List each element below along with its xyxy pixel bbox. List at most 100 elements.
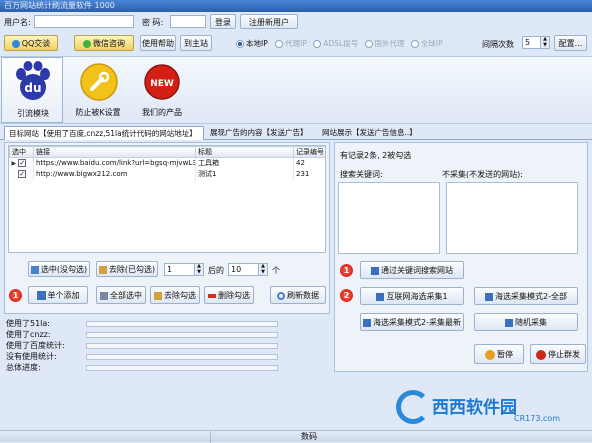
logo-c-icon (396, 390, 430, 424)
stat-row: 没有使用统计: (6, 351, 286, 362)
main-site-button[interactable]: 到主站 (180, 35, 212, 51)
stat-total-bar (86, 365, 278, 371)
range-from-stepper[interactable]: 1 ▲ ▼ (164, 263, 204, 276)
arrow-icon (505, 318, 513, 327)
row-title: 测试1 (195, 168, 294, 180)
stat-51la-bar (86, 321, 278, 327)
remove-icon (154, 291, 162, 300)
new-badge-text: NEW (150, 79, 174, 89)
radio-icon (364, 40, 373, 48)
status-text: 数码 (210, 431, 317, 443)
status-bar: 数码 (0, 430, 592, 443)
mode-foreign-proxy[interactable]: 国外代理 (364, 39, 405, 48)
baidu-du-text: du (24, 81, 41, 95)
pause-button[interactable]: 暂停 (474, 344, 524, 364)
refresh-icon (277, 291, 285, 300)
username-input[interactable] (34, 15, 134, 28)
exclude-label: 不采集(不发送的网站): (442, 170, 523, 179)
range-count-stepper[interactable]: 10 ▲ ▼ (228, 263, 268, 276)
password-input[interactable] (170, 15, 206, 28)
stop-send-button[interactable]: 停止群发 (530, 344, 586, 364)
watermark-logo: 西西软件园 CR173.com (396, 388, 592, 428)
module-products[interactable]: NEW 我们的产品 (134, 57, 190, 123)
radio-icon (236, 40, 244, 48)
row-id: 42 (293, 157, 325, 169)
window-title: 百万网站统计刷流量软件 1000 (0, 0, 592, 12)
module-anti-k[interactable]: 防止被K设置 (70, 57, 126, 123)
radio-icon (410, 40, 419, 48)
tab-site-display[interactable]: 网站展示【发送广告信息..】 (318, 126, 421, 140)
login-button[interactable]: 登录 (210, 14, 236, 29)
spin-arrows-icon[interactable]: ▲ ▼ (258, 263, 267, 275)
mode-local-ip[interactable]: 本地IP (236, 39, 268, 48)
col-header-link[interactable]: 链接 (33, 146, 196, 158)
watermark-text: 西西软件园 (432, 398, 517, 418)
stat-row: 使用了百度统计: (6, 340, 286, 351)
keywords-textarea[interactable] (338, 182, 440, 254)
help-button[interactable]: 使用帮助 (140, 35, 176, 51)
delete-checked-button[interactable]: 删除勾选 (204, 286, 254, 304)
table-row[interactable]: ✓ http://www.bigwx212.com 测试1 231 (9, 168, 325, 180)
config-button[interactable]: 配置... (554, 35, 587, 51)
tab-ad-content[interactable]: 展现广告的内容【发送广告】 (206, 126, 312, 140)
qq-icon (11, 39, 20, 48)
col-header-select[interactable]: 选中 (9, 146, 34, 158)
arrow-icon (363, 318, 371, 327)
unit-label: 个 (272, 266, 280, 275)
stats-panel: 使用了51la: 使用了cnzz: 使用了百度统计: 没有使用统计: 总体进度: (6, 318, 286, 373)
wechat-icon (83, 39, 91, 48)
add-single-button[interactable]: 单个添加 (28, 286, 88, 304)
stat-baidu-bar (86, 343, 278, 349)
module-products-label: 我们的产品 (142, 108, 182, 117)
register-button[interactable]: 注册新用户 (240, 14, 298, 29)
wrench-icon (80, 63, 118, 101)
qq-chat-button[interactable]: QQ交谈 (4, 35, 58, 51)
row-id: 231 (293, 168, 325, 180)
spin-arrows-icon[interactable]: ▲ ▼ (540, 36, 549, 48)
keyword-search-button[interactable]: 通过关键词搜索网站 (360, 261, 464, 279)
after-label: 后的 (208, 266, 224, 275)
select-all-button[interactable]: 全部选中 (96, 286, 146, 304)
mode-proxy-ip[interactable]: 代理IP (275, 39, 307, 48)
stop-icon (536, 349, 546, 360)
stat-total-label: 总体进度: (6, 363, 41, 372)
delete-icon (208, 293, 216, 298)
refresh-button[interactable]: 刷新数据 (270, 286, 326, 304)
tab-bar: 目标网站【使用了百度,cnzz,51la统计代码的网站地址】 展现广告的内容【发… (0, 126, 592, 140)
col-header-id[interactable]: 记录编号 (293, 146, 325, 158)
username-label: 用户名: (4, 18, 31, 27)
arrow-icon (376, 292, 385, 301)
exclude-textarea[interactable] (446, 182, 578, 254)
col-header-title[interactable]: 标题 (195, 146, 294, 158)
row-checkbox[interactable]: ✓ (18, 159, 27, 168)
row-checkbox[interactable]: ✓ (18, 170, 27, 178)
remove-checked-button[interactable]: 去除勾选 (150, 286, 200, 304)
step-two-badge: 2 (340, 289, 353, 302)
mode-global-ip[interactable]: 全球IP (410, 39, 443, 48)
spin-arrows-icon[interactable]: ▲ ▼ (194, 263, 203, 275)
haixuan-all-button[interactable]: 海选采集模式2-全部 (474, 287, 578, 305)
table-row[interactable]: ▶ ✓ https://www.baidu.com/link?url=bgsq-… (9, 157, 325, 169)
tab-target-sites[interactable]: 目标网站【使用了百度,cnzz,51la统计代码的网站地址】 (4, 126, 204, 140)
interval-stepper[interactable]: 5 ▲ ▼ (522, 36, 550, 49)
plus-icon (36, 291, 46, 300)
stat-none-bar (86, 354, 278, 360)
list-icon (100, 291, 108, 300)
deselect-checked-button[interactable]: 去除(已勾选) (96, 261, 158, 277)
haixuan-latest-button[interactable]: 海选采集模式2-采集最新 (360, 313, 464, 331)
radio-icon (313, 40, 322, 48)
site-table[interactable]: 选中 链接 标题 记录编号 ▶ ✓ https://www.baidu.com/… (8, 145, 326, 253)
select-icon (30, 265, 39, 274)
stat-row: 使用了51la: (6, 318, 286, 329)
random-collect-button[interactable]: 随机采集 (474, 313, 578, 331)
module-traffic-label: 引流模块 (17, 109, 49, 118)
row-link: http://www.bigwx212.com (33, 168, 196, 180)
module-traffic[interactable]: du 引流模块 (1, 57, 63, 123)
step-one-badge: 1 (9, 289, 22, 302)
internet-collect-button[interactable]: 互联网海选采集1 (360, 287, 464, 305)
stat-baidu-label: 使用了百度统计: (6, 341, 65, 350)
mode-adsl[interactable]: ADSL拨号 (313, 39, 358, 48)
wechat-button[interactable]: 微信咨询 (74, 35, 134, 51)
select-unchecked-button[interactable]: 选中(没勾选) (28, 261, 90, 277)
stat-cnzz-bar (86, 332, 278, 338)
